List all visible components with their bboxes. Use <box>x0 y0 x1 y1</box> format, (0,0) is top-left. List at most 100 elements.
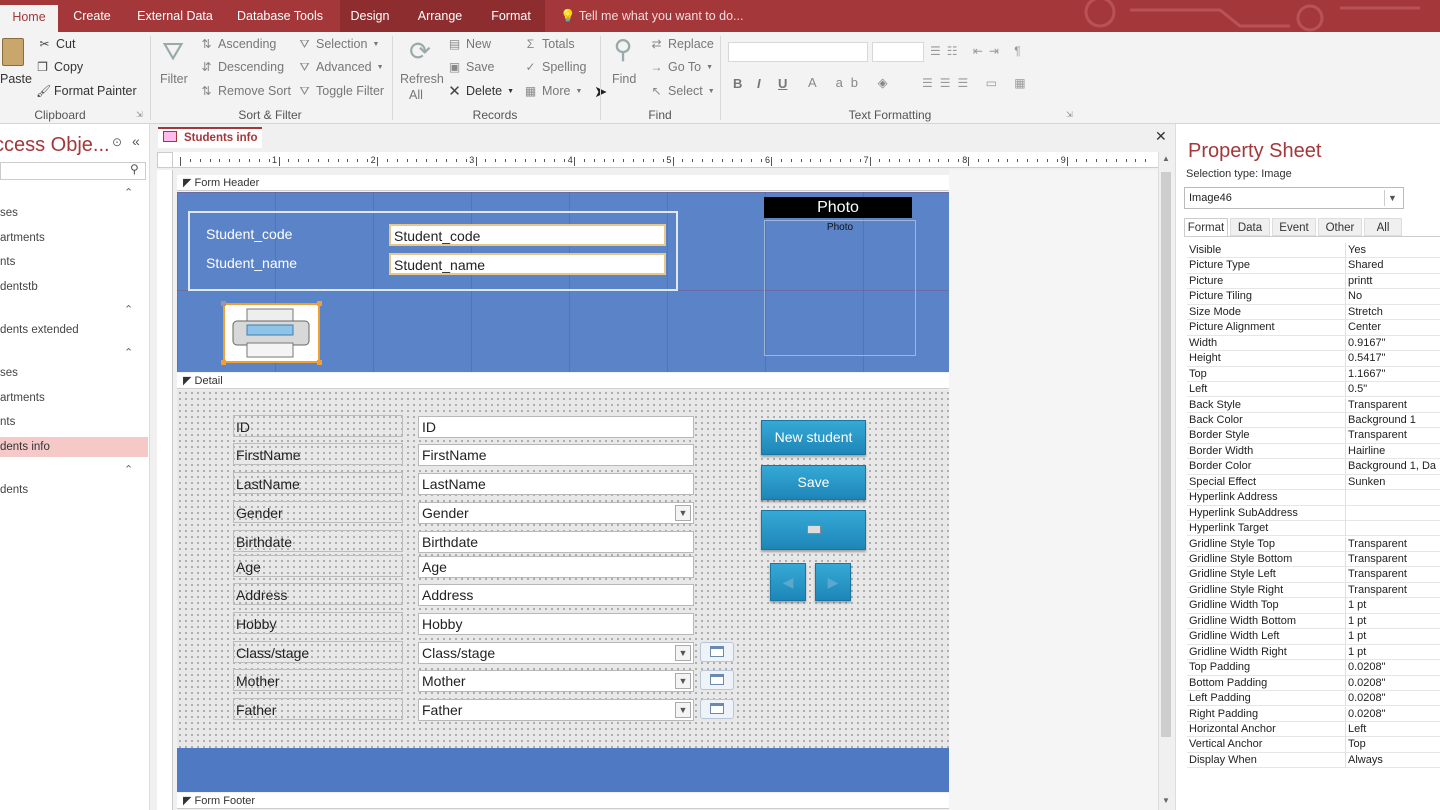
property-row[interactable]: Left Padding 0.0208" <box>1187 691 1440 707</box>
chevron-down-icon[interactable]: ▼ <box>675 645 691 661</box>
tell-me-search[interactable]: 💡 Tell me what you want to do... <box>560 0 743 32</box>
property-row[interactable]: Gridline Width Left 1 pt <box>1187 629 1440 645</box>
format-painter-button[interactable]: 🖌 Format Painter <box>36 84 137 98</box>
refresh-all-button[interactable]: Refresh <box>400 72 444 86</box>
property-row[interactable]: Display When Always <box>1187 752 1440 769</box>
resize-handle[interactable] <box>221 301 226 306</box>
property-row[interactable]: Hyperlink Address <box>1187 490 1440 506</box>
font-name-combo[interactable] <box>728 42 868 62</box>
nav-search-input[interactable] <box>0 162 146 180</box>
photo-image-frame[interactable] <box>764 220 916 356</box>
ruler-corner[interactable] <box>157 152 173 168</box>
tab-database-tools[interactable]: Database Tools <box>228 0 332 32</box>
lookup-button[interactable] <box>700 642 734 662</box>
delete-record-button[interactable]: ✕ Delete ▼ <box>448 84 514 99</box>
next-record-button[interactable]: ▶ <box>815 563 851 601</box>
property-row[interactable]: Gridline Style Right Transparent <box>1187 582 1440 599</box>
property-value[interactable] <box>1345 490 1348 506</box>
student-code-label[interactable]: Student_code <box>206 226 292 242</box>
property-value[interactable]: Stretch <box>1345 304 1383 320</box>
property-value[interactable]: 1 pt <box>1345 613 1366 629</box>
selection-combo[interactable]: Image46 ▼ <box>1184 187 1404 209</box>
resize-handle[interactable] <box>317 301 322 306</box>
photo-title-label[interactable]: Photo <box>764 197 912 218</box>
property-value[interactable]: Center <box>1345 320 1381 336</box>
ps-tab-format[interactable]: Format <box>1184 218 1228 236</box>
nav-item[interactable]: artments <box>0 228 148 248</box>
filter-button[interactable]: Filter <box>160 72 188 86</box>
field-input[interactable]: Age <box>418 556 694 578</box>
selection-button[interactable]: ⛛ Selection ▼ <box>298 37 379 51</box>
student-name-label[interactable]: Student_name <box>206 255 297 271</box>
chevron-down-icon[interactable]: ▼ <box>1384 190 1400 206</box>
property-value[interactable]: Background 1 <box>1345 412 1416 428</box>
property-value[interactable]: 0.5" <box>1345 382 1367 398</box>
field-input[interactable]: Gender ▼ <box>418 502 694 524</box>
property-value[interactable]: 1.1667" <box>1345 366 1386 382</box>
advanced-button[interactable]: ⛛ Advanced ▼ <box>298 60 383 74</box>
field-input[interactable]: Address <box>418 584 694 606</box>
tab-create[interactable]: Create <box>64 0 120 32</box>
property-row[interactable]: Picture printt <box>1187 273 1440 290</box>
paste-button[interactable] <box>0 36 30 76</box>
nav-item[interactable]: dents <box>0 480 148 500</box>
resize-handle[interactable] <box>221 360 226 365</box>
spelling-button[interactable]: ✓ Spelling <box>524 60 586 74</box>
field-input[interactable]: Class/stage ▼ <box>418 642 694 664</box>
property-value[interactable]: 0.9167" <box>1345 335 1386 351</box>
property-value[interactable]: 1 pt <box>1345 629 1366 645</box>
new-student-button[interactable]: New student <box>761 420 866 455</box>
property-row[interactable]: Visible Yes <box>1187 243 1440 259</box>
chevron-down-icon[interactable]: ▼ <box>675 702 691 718</box>
property-value[interactable]: Top <box>1345 737 1366 753</box>
property-row[interactable]: Left 0.5" <box>1187 382 1440 398</box>
font-size-combo[interactable] <box>872 42 924 62</box>
nav-item[interactable]: ses <box>0 203 148 223</box>
field-label[interactable]: Class/stage <box>233 641 403 663</box>
property-row[interactable]: Top Padding 0.0208" <box>1187 660 1440 676</box>
property-row[interactable]: Picture Alignment Center <box>1187 320 1440 336</box>
save-record-button[interactable]: ▣ Save <box>448 60 495 74</box>
field-label[interactable]: Age <box>233 555 403 577</box>
list-indent-icons[interactable]: ☰☷ ⇤⇥ ¶ <box>930 44 1027 58</box>
printer-image-control[interactable] <box>223 303 320 363</box>
goto-button[interactable]: → Go To ▼ <box>650 60 714 74</box>
property-value[interactable]: Transparent <box>1345 552 1407 567</box>
property-value[interactable]: No <box>1345 289 1362 305</box>
group-collapse-icon[interactable]: ⌃ <box>124 346 133 359</box>
field-input[interactable]: Father ▼ <box>418 699 694 721</box>
property-row[interactable]: Hyperlink SubAddress <box>1187 505 1440 522</box>
lookup-button[interactable] <box>700 699 734 719</box>
property-row[interactable]: Gridline Width Bottom 1 pt <box>1187 613 1440 630</box>
replace-button[interactable]: ⇄ Replace <box>650 37 713 51</box>
property-value[interactable]: 1 pt <box>1345 644 1366 660</box>
font-color-icons[interactable]: A ab ◈ <box>808 75 896 91</box>
property-value[interactable] <box>1345 505 1348 521</box>
ps-tab-data[interactable]: Data <box>1230 218 1270 236</box>
property-value[interactable]: 0.0208" <box>1345 675 1386 691</box>
toggle-filter-button[interactable]: ⛛ Toggle Filter <box>298 84 384 98</box>
property-row[interactable]: Gridline Style Left Transparent <box>1187 567 1440 583</box>
property-row[interactable]: Back Color Background 1 <box>1187 412 1440 429</box>
property-row[interactable]: Vertical Anchor Top <box>1187 737 1440 753</box>
print-button[interactable] <box>761 510 866 550</box>
field-label[interactable]: Father <box>233 698 403 720</box>
field-input[interactable]: Birthdate <box>418 531 694 553</box>
ascending-button[interactable]: ⇅ Ascending <box>200 37 276 51</box>
property-row[interactable]: Border Color Background 1, Da <box>1187 459 1440 475</box>
totals-button[interactable]: Σ Totals <box>524 37 575 51</box>
tab-home[interactable]: Home <box>0 5 58 32</box>
ps-tab-other[interactable]: Other <box>1318 218 1362 236</box>
student-name-field[interactable]: Student_name <box>389 253 666 275</box>
field-input[interactable]: ID <box>418 416 694 438</box>
vertical-scrollbar[interactable]: ▲ ▼ <box>1158 152 1172 810</box>
group-collapse-icon[interactable]: ⌃ <box>124 303 133 316</box>
property-row[interactable]: Horizontal Anchor Left <box>1187 721 1440 738</box>
field-input[interactable]: FirstName <box>418 444 694 466</box>
property-value[interactable]: Transparent <box>1345 397 1407 413</box>
property-row[interactable]: Gridline Width Right 1 pt <box>1187 644 1440 661</box>
property-value[interactable]: 0.0208" <box>1345 691 1386 707</box>
field-label[interactable]: Address <box>233 583 403 605</box>
property-value[interactable]: 0.0208" <box>1345 706 1386 722</box>
property-row[interactable]: Top 1.1667" <box>1187 366 1440 382</box>
